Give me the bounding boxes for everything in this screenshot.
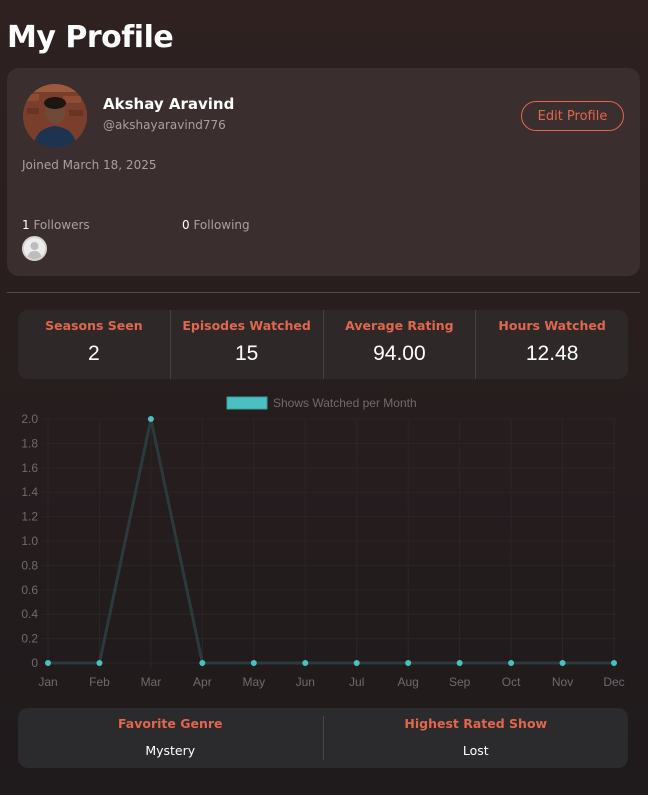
- data-point: [353, 660, 360, 666]
- y-tick-label: 0: [31, 656, 38, 670]
- stat-value: 12.48: [525, 342, 579, 365]
- following-link[interactable]: 0 Following: [182, 218, 250, 232]
- y-tick-label: 1.6: [21, 461, 38, 475]
- stat-label: Hours Watched: [498, 318, 606, 333]
- stat-value: 15: [234, 342, 259, 365]
- data-point: [559, 660, 566, 666]
- y-tick-label: 0.6: [21, 583, 38, 597]
- y-tick-label: 1.8: [21, 436, 38, 450]
- stat-label: Average Rating: [345, 318, 454, 333]
- highest-rated-show: Highest Rated Show Lost: [322, 716, 629, 760]
- default-user-icon: [24, 238, 45, 259]
- y-tick-label: 2.0: [21, 412, 38, 426]
- data-point: [45, 660, 51, 666]
- page-title: My Profile: [7, 20, 174, 55]
- legend-swatch: [226, 396, 268, 410]
- followers-link[interactable]: 1 Followers: [22, 218, 90, 232]
- stat-value: 2: [88, 342, 100, 365]
- data-point: [250, 660, 257, 666]
- stat-label: Seasons Seen: [45, 318, 143, 333]
- user-handle: @akshayaravind776: [103, 118, 226, 132]
- follower-avatar[interactable]: [22, 236, 47, 261]
- chart-svg: Shows Watched per Month 0 0.2 0.4 0.6 0.8 1.0 1…: [21, 396, 624, 689]
- avatar-image: [23, 84, 87, 148]
- edit-profile-button[interactable]: Edit Profile: [521, 101, 624, 131]
- favorite-genre: Favorite Genre Mystery: [18, 708, 323, 768]
- data-point: [456, 660, 463, 666]
- following-count: 0: [182, 218, 190, 232]
- y-tick-label: 0.8: [21, 558, 38, 572]
- stat-seasons-seen: Seasons Seen 2: [18, 310, 171, 379]
- followers-label: Followers: [29, 218, 90, 232]
- stat-average-rating: Average Rating 94.00: [324, 310, 477, 379]
- stats-card: Seasons Seen 2 Episodes Watched 15 Avera…: [18, 310, 628, 379]
- x-tick-label: Jun: [296, 675, 315, 689]
- user-name: Akshay Aravind: [103, 95, 235, 113]
- x-tick-label: May: [242, 675, 265, 689]
- data-point: [508, 660, 515, 666]
- y-tick-label: 1.4: [21, 485, 38, 499]
- data-point: [199, 660, 206, 666]
- section-divider: [7, 292, 640, 293]
- y-tick-label: 0.4: [21, 607, 38, 621]
- followers-count: 1: [22, 218, 30, 232]
- x-tick-label: Aug: [398, 675, 419, 689]
- y-tick-label: 0.2: [21, 632, 38, 646]
- legend-label: Shows Watched per Month: [273, 396, 417, 410]
- favorites-card: Favorite Genre Mystery Highest Rated Sho…: [18, 708, 628, 768]
- x-tick-label: Apr: [193, 675, 212, 689]
- data-point: [302, 660, 309, 666]
- x-tick-label: Mar: [141, 675, 162, 689]
- x-tick-label: Dec: [603, 675, 624, 689]
- x-tick-label: Jul: [349, 675, 364, 689]
- y-tick-label: 1.2: [21, 510, 38, 524]
- following-label: Following: [189, 218, 250, 232]
- joined-date: Joined March 18, 2025: [22, 158, 157, 172]
- x-tick-label: Nov: [552, 675, 573, 689]
- y-tick-label: 1.0: [21, 534, 38, 548]
- stat-label: Episodes Watched: [182, 318, 311, 333]
- avatar[interactable]: [23, 84, 87, 148]
- profile-card: Akshay Aravind @akshayaravind776 Edit Pr…: [7, 68, 640, 276]
- highest-rated-value: Lost: [462, 743, 489, 758]
- favorite-genre-value: Mystery: [145, 743, 196, 758]
- favorite-genre-label: Favorite Genre: [117, 716, 223, 731]
- x-tick-label: Oct: [502, 675, 521, 689]
- data-point: [96, 660, 103, 666]
- stat-value: 94.00: [373, 342, 426, 365]
- data-point: [611, 660, 617, 666]
- x-tick-label: Jan: [38, 675, 57, 689]
- data-point: [147, 416, 154, 422]
- x-tick-label: Feb: [89, 675, 110, 689]
- stat-episodes-watched: Episodes Watched 15: [171, 310, 324, 379]
- x-tick-label: Sep: [449, 675, 471, 689]
- data-point: [405, 660, 412, 666]
- shows-per-month-chart: Shows Watched per Month 0 0.2 0.4 0.6 0.8 1.0 1…: [0, 390, 648, 695]
- stat-hours-watched: Hours Watched 12.48: [476, 310, 628, 379]
- highest-rated-label: Highest Rated Show: [404, 716, 548, 731]
